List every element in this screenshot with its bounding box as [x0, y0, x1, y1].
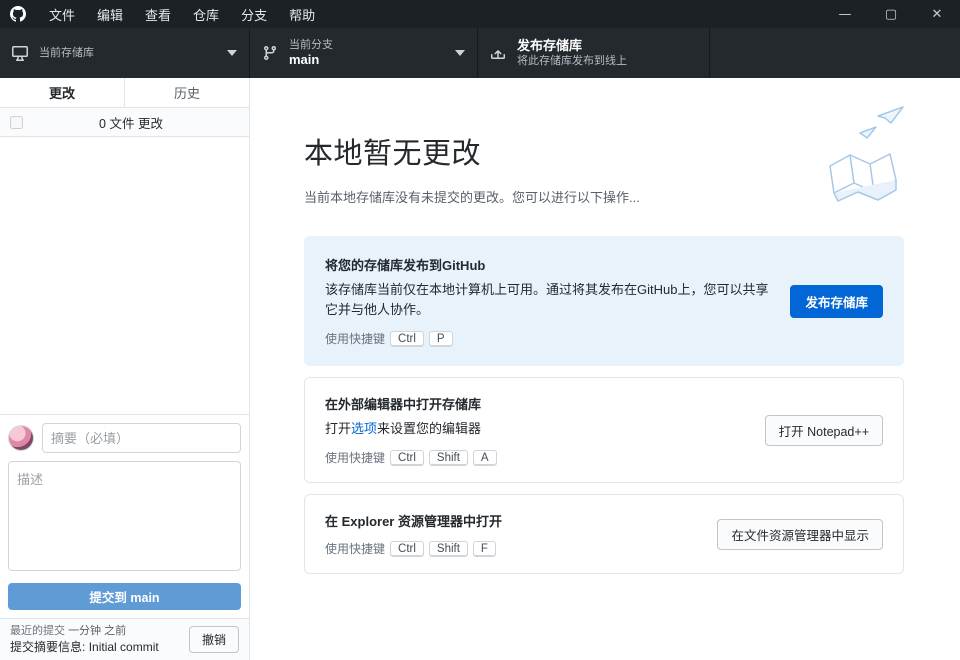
commit-summary-label: 提交摘要信息: — [10, 640, 85, 654]
computer-icon — [12, 45, 28, 61]
open-in-explorer-title: 在 Explorer 资源管理器中打开 — [325, 511, 699, 530]
commit-description-input[interactable] — [8, 461, 241, 571]
key-ctrl: Ctrl — [390, 331, 424, 347]
publish-card: 将您的存储库发布到GitHub 该存储库当前仅在本地计算机上可用。通过将其发布在… — [304, 236, 904, 366]
key-shift: Shift — [429, 541, 468, 557]
key-ctrl: Ctrl — [390, 541, 424, 557]
current-branch-dropdown[interactable]: 当前分支 main — [250, 28, 478, 78]
commit-summary-value: Initial commit — [89, 640, 159, 654]
recent-commit-time: 一分钟 之前 — [68, 625, 126, 637]
current-repository-dropdown[interactable]: 当前存储库 — [0, 28, 250, 78]
current-branch-label: 当前分支 — [289, 38, 447, 52]
upload-icon — [490, 45, 506, 61]
changed-files-count: 0 文件 更改 — [23, 113, 239, 132]
window-controls: — ▢ ✕ — [822, 0, 960, 28]
github-logo-icon — [10, 6, 26, 22]
minimize-button[interactable]: — — [822, 0, 868, 28]
key-a: A — [473, 450, 497, 466]
changed-files-list — [0, 137, 249, 414]
no-changes-illustration — [808, 104, 908, 209]
open-in-editor-card: 在外部编辑器中打开存储库 打开选项来设置您的编辑器 使用快捷键 Ctrl Shi… — [304, 377, 904, 483]
publish-repository-title: 发布存储库 — [517, 38, 697, 54]
publish-repository-button[interactable]: 发布存储库 — [790, 285, 883, 318]
git-branch-icon — [262, 45, 278, 61]
changed-files-header: 0 文件 更改 — [0, 108, 249, 137]
open-in-editor-title: 在外部编辑器中打开存储库 — [325, 394, 747, 413]
publish-repository-toolbar-button[interactable]: 发布存储库 将此存储库发布到线上 — [478, 28, 710, 78]
recent-commit-bar: 最近的提交 一分钟 之前 提交摘要信息: Initial commit 撤销 — [0, 618, 249, 660]
commit-form: 提交到 main — [0, 414, 249, 618]
options-link[interactable]: 选项 — [351, 421, 377, 436]
chevron-down-icon — [227, 50, 237, 56]
current-repository-label: 当前存储库 — [39, 46, 219, 60]
menu-repository[interactable]: 仓库 — [182, 0, 230, 28]
publish-card-title: 将您的存储库发布到GitHub — [325, 255, 772, 274]
key-shift: Shift — [429, 450, 468, 466]
avatar — [8, 425, 34, 451]
sidebar: 更改 历史 0 文件 更改 提交到 main 最近的提交 一分钟 之前 — [0, 78, 250, 660]
shortcut-label: 使用快捷键 — [325, 330, 385, 347]
menu-view[interactable]: 查看 — [134, 0, 182, 28]
main-content: 本地暂无更改 当前本地存储库没有未提交的更改。您可以进行以下操作... 将您的存… — [250, 78, 960, 660]
editor-body-pre: 打开 — [325, 421, 351, 436]
maximize-button[interactable]: ▢ — [868, 0, 914, 28]
tab-history[interactable]: 历史 — [124, 78, 249, 107]
menu-branch[interactable]: 分支 — [230, 0, 278, 28]
show-in-explorer-button[interactable]: 在文件资源管理器中显示 — [717, 519, 883, 550]
toolbar: 当前存储库 当前分支 main 发布存储库 将此存储库发布到线上 — [0, 28, 960, 78]
select-all-checkbox[interactable] — [10, 116, 23, 129]
recent-commit-label: 最近的提交 — [10, 625, 65, 637]
changes-history-tabs: 更改 历史 — [0, 78, 249, 108]
open-in-explorer-card: 在 Explorer 资源管理器中打开 使用快捷键 Ctrl Shift F 在… — [304, 494, 904, 574]
editor-body-post: 来设置您的编辑器 — [377, 421, 481, 436]
key-f: F — [473, 541, 496, 557]
open-editor-button[interactable]: 打开 Notepad++ — [765, 415, 883, 446]
menu-file[interactable]: 文件 — [38, 0, 86, 28]
publish-card-body: 该存储库当前仅在本地计算机上可用。通过将其发布在GitHub上，您可以共享它并与… — [325, 280, 772, 320]
close-button[interactable]: ✕ — [914, 0, 960, 28]
tab-changes[interactable]: 更改 — [0, 78, 124, 107]
titlebar: 文件 编辑 查看 仓库 分支 帮助 — ▢ ✕ — [0, 0, 960, 28]
shortcut-label: 使用快捷键 — [325, 540, 385, 557]
publish-repository-subtitle: 将此存储库发布到线上 — [517, 54, 697, 68]
commit-summary-input[interactable] — [42, 423, 241, 453]
shortcut-label: 使用快捷键 — [325, 449, 385, 466]
key-p: P — [429, 331, 453, 347]
menu-help[interactable]: 帮助 — [278, 0, 326, 28]
chevron-down-icon — [455, 50, 465, 56]
toolbar-spacer — [710, 28, 960, 78]
menu-edit[interactable]: 编辑 — [86, 0, 134, 28]
key-ctrl: Ctrl — [390, 450, 424, 466]
commit-button[interactable]: 提交到 main — [8, 583, 241, 610]
current-branch-value: main — [289, 52, 447, 68]
undo-button[interactable]: 撤销 — [189, 626, 239, 653]
